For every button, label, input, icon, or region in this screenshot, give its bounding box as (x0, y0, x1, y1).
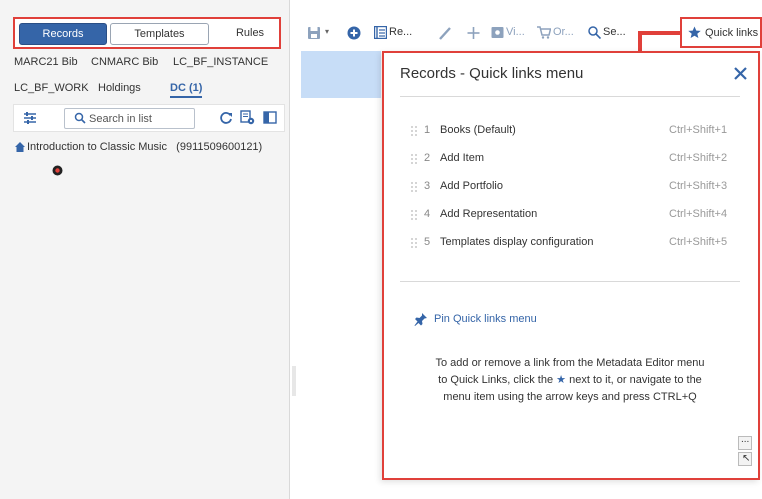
pencil-icon[interactable] (438, 25, 452, 41)
arrow-icon: ↖ (742, 453, 751, 464)
help-line: To add or remove a link from the Metadat… (435, 357, 705, 369)
search-menu-label: Se... (603, 26, 626, 38)
order-menu-label: Or... (553, 26, 574, 38)
selection-highlight (301, 51, 381, 98)
document-settings-icon[interactable] (240, 110, 255, 125)
pin-icon (414, 313, 427, 326)
search-menu-button[interactable]: Se... (588, 25, 626, 41)
tab-cnmarc-bib[interactable]: CNMARC Bib (91, 56, 158, 68)
help-text: To add or remove a link from the Metadat… (400, 355, 740, 406)
item-label: Templates display configuration (440, 236, 594, 248)
divider (400, 96, 740, 97)
filter-sliders-icon[interactable] (23, 111, 37, 125)
quick-link-item[interactable]: 4 Add Representation Ctrl+Shift+4 (410, 207, 740, 225)
item-label: Books (Default) (440, 124, 516, 136)
panel-toggle-icon[interactable] (263, 111, 277, 124)
drag-handle-icon[interactable] (410, 237, 418, 249)
cursor-arrow-button[interactable]: ↖ (738, 452, 752, 466)
item-shortcut: Ctrl+Shift+2 (669, 152, 728, 164)
plus-icon[interactable] (467, 25, 480, 41)
record-title[interactable]: Introduction to Classic Music (991150960… (27, 141, 262, 153)
star-icon: ★ (556, 374, 567, 386)
item-number: 5 (424, 236, 431, 248)
records-menu-label: Re... (389, 26, 413, 38)
drag-handle-icon[interactable] (410, 153, 418, 165)
more-options-button[interactable]: ... (738, 434, 752, 450)
cart-icon (537, 26, 551, 39)
records-menu-icon (374, 26, 387, 39)
quick-link-item[interactable]: 1 Books (Default) Ctrl+Shift+1 (410, 123, 740, 141)
pin-label: Pin Quick links menu (434, 313, 537, 325)
item-label: Add Representation (440, 208, 538, 220)
quick-link-item[interactable]: 2 Add Item Ctrl+Shift+2 (410, 151, 740, 169)
tab-marc21-bib[interactable]: MARC21 Bib (14, 56, 78, 68)
drag-handle-icon[interactable] (410, 209, 418, 221)
tab-records[interactable]: Records (19, 23, 107, 45)
tab-rules[interactable]: Rules (221, 23, 279, 45)
close-icon[interactable] (734, 67, 747, 80)
item-number: 3 (424, 180, 431, 192)
quick-links-label: Quick links (705, 27, 759, 39)
callout-arrow-shaft (638, 31, 642, 53)
tab-lc-bf-instance[interactable]: LC_BF_INSTANCE (173, 56, 268, 68)
records-menu-button[interactable]: Re... (374, 25, 413, 41)
drag-handle-icon[interactable] (410, 181, 418, 193)
search-icon (588, 26, 601, 39)
tab-holdings[interactable]: Holdings (98, 82, 141, 94)
quick-links-panel: Records - Quick links menu 1 Books (Defa… (382, 51, 760, 480)
drag-handle-icon[interactable] (410, 125, 418, 137)
status-icon (52, 165, 63, 176)
quick-link-item[interactable]: 3 Add Portfolio Ctrl+Shift+3 (410, 179, 740, 197)
panel-title: Records - Quick links menu (400, 65, 584, 82)
more-icon: ... (741, 434, 750, 445)
quick-link-item[interactable]: 5 Templates display configuration Ctrl+S… (410, 235, 740, 253)
item-label: Add Portfolio (440, 180, 503, 192)
item-shortcut: Ctrl+Shift+1 (669, 124, 728, 136)
save-dropdown-chevron-icon[interactable]: ▾ (325, 27, 329, 43)
star-icon (688, 26, 701, 38)
quick-links-button[interactable]: Quick links (680, 17, 762, 48)
order-menu-button[interactable]: Or... (537, 25, 574, 41)
records-list-panel: Records Templates Rules MARC21 Bib CNMAR… (0, 0, 290, 499)
item-number: 2 (424, 152, 431, 164)
home-icon (15, 142, 25, 152)
item-shortcut: Ctrl+Shift+4 (669, 208, 728, 220)
tab-dc[interactable]: DC (1) (170, 82, 203, 98)
item-shortcut: Ctrl+Shift+3 (669, 180, 728, 192)
search-input[interactable] (89, 111, 191, 126)
save-icon[interactable] (307, 25, 321, 41)
refresh-icon[interactable] (219, 111, 233, 125)
item-number: 1 (424, 124, 431, 136)
callout-arrow (638, 31, 682, 35)
tab-templates[interactable]: Templates (110, 23, 209, 45)
add-circle-icon[interactable] (347, 25, 361, 41)
item-number: 4 (424, 208, 431, 220)
tab-lc-bf-work[interactable]: LC_BF_WORK (14, 82, 89, 94)
help-line: to Quick Links, click the ★ next to it, … (438, 374, 702, 386)
search-icon (74, 112, 86, 124)
view-menu-label: Vi... (506, 26, 525, 38)
item-label: Add Item (440, 152, 485, 164)
view-icon (491, 27, 504, 38)
mode-tabs: Records Templates Rules (13, 17, 281, 49)
divider (400, 281, 740, 282)
search-box (64, 108, 195, 129)
resize-handle[interactable] (292, 366, 297, 396)
list-toolbar (13, 104, 285, 132)
view-menu-button[interactable]: Vi... (491, 25, 525, 41)
item-shortcut: Ctrl+Shift+5 (669, 236, 728, 248)
help-line: menu item using the arrow keys and press… (443, 391, 697, 403)
